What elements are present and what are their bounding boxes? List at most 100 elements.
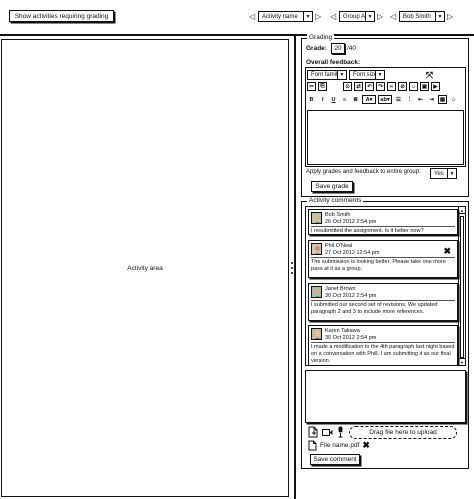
avatar	[311, 243, 322, 255]
user-select-value: Bob Smith	[403, 13, 431, 20]
comment-author: Karen Takawa	[325, 328, 360, 334]
comment-date: 30 Oct 2012 2:54 pm	[325, 335, 377, 341]
top-divider	[0, 34, 474, 36]
numbered-list-icon[interactable]: ⋮	[405, 95, 414, 104]
comment-meta: Janet Brown 30 Oct 2012 2:54 pm	[325, 286, 376, 300]
comment-author: Phil O'Neal	[325, 243, 353, 249]
scroll-thumb[interactable]	[460, 216, 464, 358]
next-arrow-icon[interactable]: ▷	[377, 12, 383, 21]
grade-input[interactable]: 20	[330, 43, 345, 54]
find-icon[interactable]: ⊙	[343, 82, 352, 91]
undo-icon[interactable]: ↶	[365, 82, 374, 91]
activity-area[interactable]: Activity area	[1, 39, 289, 497]
comment-meta: Phil O'Neal 27 Oct 2012 12:54 pm	[325, 243, 379, 257]
drop-zone-label: Drag file here to upload	[369, 429, 437, 436]
attachment-icons	[308, 426, 344, 438]
activity-comments-legend: Activity comments	[307, 197, 364, 204]
attach-file-icon[interactable]	[308, 426, 318, 438]
fullscreen-icon[interactable]: ⤧	[425, 70, 434, 80]
chevron-down-icon: ▼	[303, 12, 312, 21]
chevron-down-icon: ▼	[365, 12, 374, 21]
group-select[interactable]: Group A ▼	[339, 11, 375, 22]
bullet-list-icon[interactable]: ☰	[394, 95, 403, 104]
feedback-text-area[interactable]	[307, 110, 464, 165]
editor-toolbar-row-1: Font family ▼ Font size ▼ ⤧	[307, 70, 434, 80]
chevron-down-icon: ▼	[375, 71, 384, 79]
smiley-icon[interactable]: ☺	[449, 95, 458, 104]
user-select[interactable]: Bob Smith ▼	[399, 11, 445, 22]
avatar	[311, 328, 322, 340]
top-toolbar: Show activities requiring grading ◁ Acti…	[0, 0, 474, 34]
avatar	[311, 286, 322, 298]
grading-panel: Grading Grade: 20 /40 Overall feedback: …	[301, 34, 469, 197]
media-icon[interactable]: ▶	[431, 82, 440, 91]
scroll-down-icon[interactable]: ▼	[459, 358, 465, 365]
bold-icon[interactable]: B	[307, 95, 316, 104]
apply-group-select[interactable]: Yes ▼	[430, 168, 457, 179]
font-size-value: Font size	[353, 72, 375, 78]
text-color-icon[interactable]: A▾	[362, 95, 376, 104]
video-camera-icon[interactable]	[322, 428, 333, 437]
remove-file-icon[interactable]: ✖	[362, 440, 370, 451]
copy-icon[interactable]: ⎘	[318, 82, 327, 91]
next-arrow-icon[interactable]: ▷	[315, 12, 321, 21]
next-arrow-icon[interactable]: ▷	[447, 12, 453, 21]
file-icon	[308, 440, 317, 451]
comments-list: Bob Smith 26 Oct 2012 2:54 pm I resubmit…	[305, 206, 466, 366]
save-comment-button[interactable]: Save comment	[310, 454, 360, 465]
previous-arrow-icon[interactable]: ◁	[330, 12, 336, 21]
align-left-icon[interactable]: ≡	[340, 95, 349, 104]
panel-divider	[294, 36, 296, 499]
align-center-icon[interactable]: ≣	[351, 95, 360, 104]
scroll-up-icon[interactable]: ▲	[459, 207, 465, 214]
chevron-down-icon: ▼	[337, 71, 346, 79]
grade-row: Grade: 20 /40	[306, 43, 356, 54]
link-icon[interactable]: ∞	[387, 82, 396, 91]
comment-author: Bob Smith	[325, 212, 351, 218]
comment-meta: Bob Smith 26 Oct 2012 2:54 pm	[325, 212, 376, 226]
delete-comment-icon[interactable]: ✖	[443, 246, 451, 257]
redo-icon[interactable]: ↷	[376, 82, 385, 91]
previous-arrow-icon[interactable]: ◁	[390, 12, 396, 21]
show-activities-label: Show activities requiring grading	[14, 12, 109, 20]
font-family-select[interactable]: Font family ▼	[307, 70, 347, 80]
rich-text-editor: Font family ▼ Font size ▼ ⤧ ✂ ⎘ ⊙ ⇄ ↶ ↷ …	[305, 67, 466, 167]
show-activities-button[interactable]: Show activities requiring grading	[9, 10, 114, 22]
comment-input[interactable]	[305, 370, 466, 423]
chevron-down-icon: ▼	[447, 169, 456, 178]
previous-arrow-icon[interactable]: ◁	[249, 12, 255, 21]
comment-date: 27 Oct 2012 12:54 pm	[325, 250, 380, 256]
activity-select[interactable]: Activity name ▼	[258, 11, 313, 22]
group-select-value: Group A	[343, 13, 365, 20]
emoticon-icon[interactable]: ☺	[409, 82, 418, 91]
splitter-handle[interactable]	[290, 262, 293, 274]
microphone-icon[interactable]	[337, 426, 344, 438]
save-grade-button[interactable]: Save grade	[311, 181, 353, 192]
highlight-icon[interactable]: ab▾	[378, 95, 392, 104]
font-size-select[interactable]: Font size ▼	[349, 70, 385, 80]
file-drop-zone[interactable]: Drag file here to upload	[349, 426, 457, 439]
comment-text: I submitted our second set of revisions.…	[311, 300, 455, 316]
comments-scrollbar[interactable]: ▲ ▼	[458, 207, 465, 365]
comment-meta: Karen Takawa 30 Oct 2012 2:54 pm	[325, 328, 376, 342]
underline-icon[interactable]: U	[329, 95, 338, 104]
indent-icon[interactable]: ⇥	[427, 95, 436, 104]
file-name: File name.pdf	[320, 442, 360, 449]
comment-date: 30 Oct 2012 2:54 pm	[325, 293, 377, 299]
comment-item: Bob Smith 26 Oct 2012 2:54 pm I resubmit…	[308, 209, 458, 235]
replace-icon[interactable]: ⇄	[354, 82, 363, 91]
unlink-icon[interactable]: ⊘	[398, 82, 407, 91]
image-icon[interactable]: ▣	[420, 82, 429, 91]
italic-icon[interactable]: I	[318, 95, 327, 104]
apply-group-value: Yes	[434, 170, 444, 177]
cut-icon[interactable]: ✂	[307, 82, 316, 91]
comment-author: Janet Brown	[325, 286, 356, 292]
overall-feedback-label: Overall feedback:	[306, 59, 361, 66]
activity-area-label: Activity area	[127, 264, 163, 272]
activity-comments-panel: Activity comments Bob Smith 26 Oct 2012 …	[301, 197, 469, 469]
comment-text: The submission is looking better. Please…	[311, 257, 455, 273]
grade-max: /40	[346, 45, 356, 52]
table-icon[interactable]: ▦	[438, 95, 447, 104]
outdent-icon[interactable]: ⇤	[416, 95, 425, 104]
attached-file: File name.pdf ✖	[308, 440, 370, 451]
